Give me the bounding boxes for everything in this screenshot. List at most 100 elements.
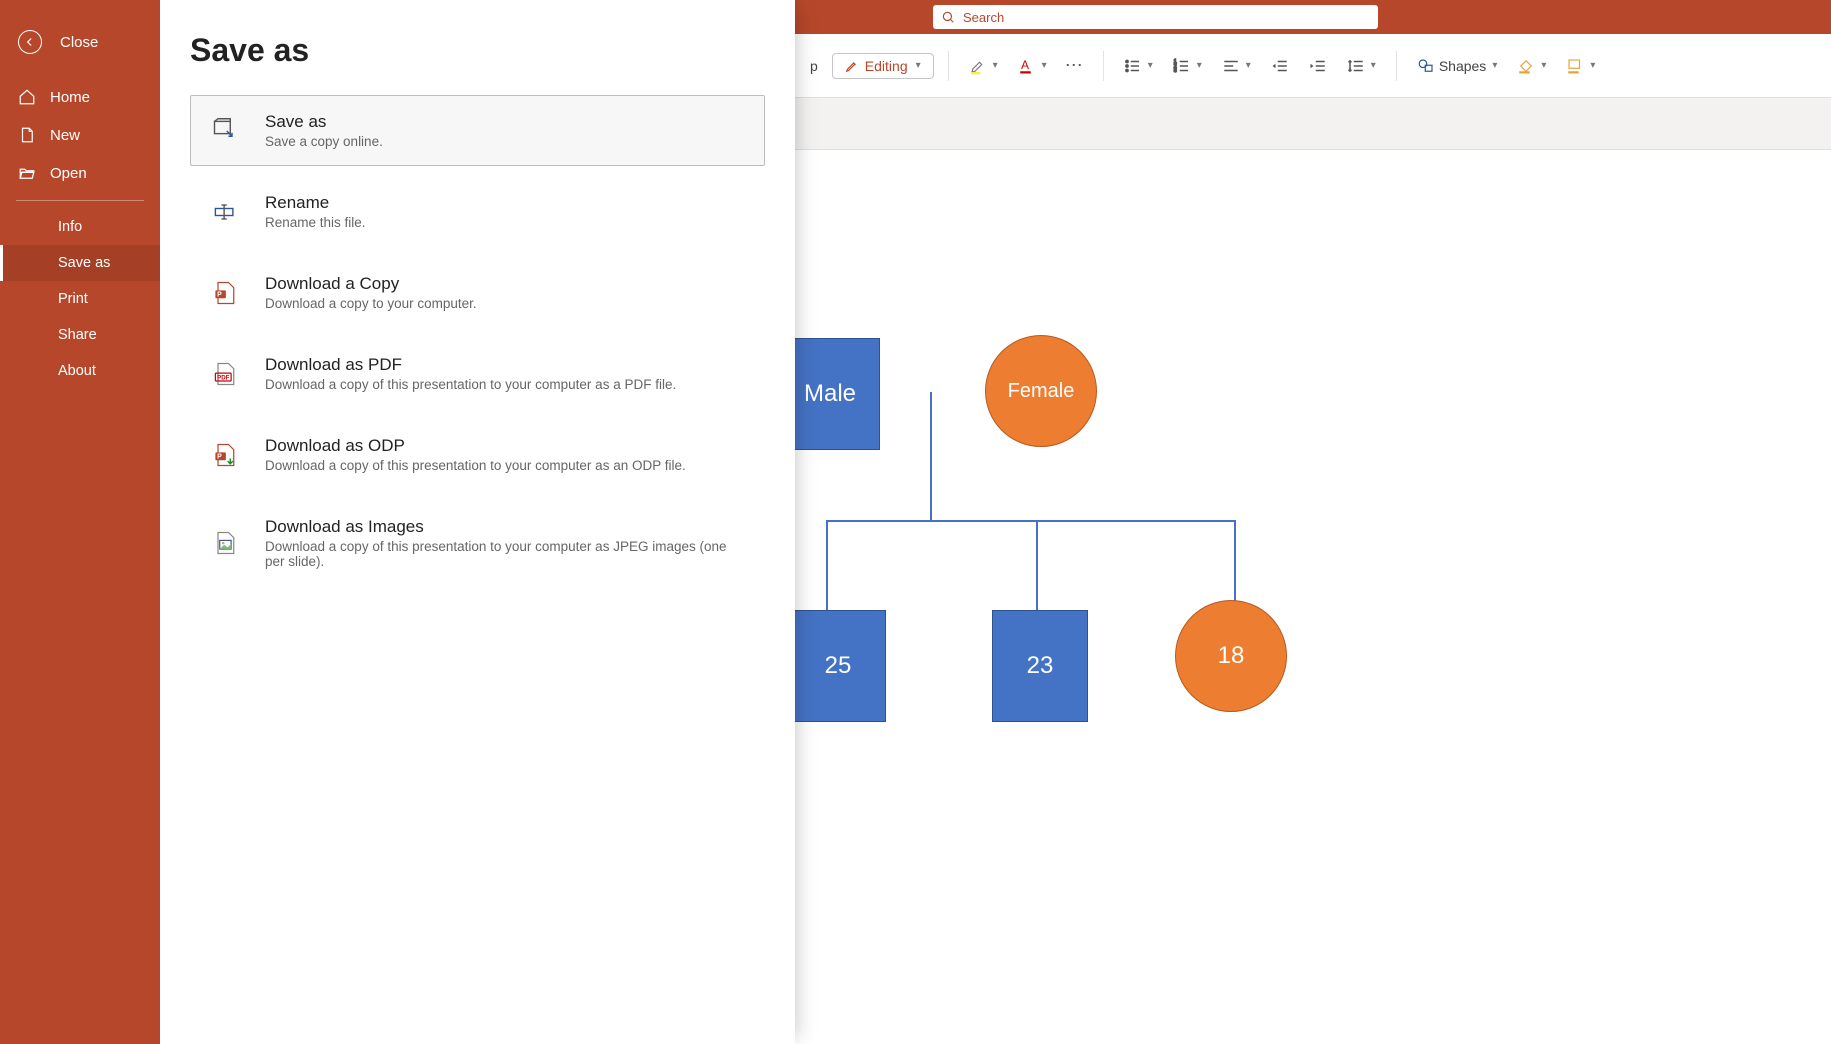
close-label: Close [60, 34, 98, 51]
svg-text:P: P [217, 291, 222, 298]
font-color-icon: A [1018, 57, 1036, 75]
option-desc: Save a copy online. [265, 134, 383, 149]
separator [948, 51, 949, 81]
chevron-down-icon: ▾ [1371, 60, 1376, 71]
node-label: 25 [825, 652, 852, 680]
option-title: Rename [265, 193, 366, 213]
diagram-node-female[interactable]: Female [985, 335, 1097, 447]
option-download-images[interactable]: Download as Images Download a copy of th… [190, 500, 765, 586]
chevron-down-icon: ▾ [1042, 60, 1047, 71]
chevron-down-icon: ▾ [993, 60, 998, 71]
node-label: Female [1008, 380, 1075, 403]
option-download-pdf[interactable]: PDF Download as PDF Download a copy of t… [190, 338, 765, 409]
backstage-panel: Close Home New Open Info Save as Print S… [0, 0, 795, 1044]
search-box[interactable]: Search [933, 5, 1378, 29]
shapes-label: Shapes [1439, 58, 1486, 74]
image-file-icon [209, 527, 241, 559]
odp-file-icon: P [209, 439, 241, 471]
option-desc: Download a copy of this presentation to … [265, 377, 676, 392]
highlight-color-button[interactable]: ▾ [963, 53, 1004, 79]
nav-label: Open [50, 165, 87, 182]
option-save-as[interactable]: Save as Save a copy online. [190, 95, 765, 166]
connector [826, 520, 828, 610]
separator [1396, 51, 1397, 81]
rename-icon [209, 196, 241, 228]
folder-open-icon [18, 164, 36, 182]
pencil-icon [845, 59, 859, 73]
chevron-down-icon: ▾ [1492, 60, 1497, 71]
editing-mode-label: Editing [865, 58, 908, 74]
increase-indent-button[interactable] [1303, 53, 1333, 79]
option-desc: Download a copy of this presentation to … [265, 539, 746, 569]
close-button[interactable]: Close [0, 18, 160, 78]
diagram-node-25[interactable]: 25 [790, 610, 886, 722]
pptx-file-icon: P [209, 277, 241, 309]
paint-bucket-icon [1517, 57, 1535, 75]
nav-share[interactable]: Share [0, 317, 160, 353]
chevron-down-icon: ▾ [1246, 60, 1251, 71]
nav-label: Home [50, 89, 90, 106]
numbered-list-button[interactable]: 123 ▾ [1167, 53, 1208, 79]
shape-fill-button[interactable]: ▾ [1511, 53, 1552, 79]
nav-about[interactable]: About [0, 353, 160, 389]
indent-icon [1309, 57, 1327, 75]
line-spacing-icon [1347, 57, 1365, 75]
option-title: Download as PDF [265, 355, 676, 375]
backstage-content: Save as Save as Save a copy online. Rena… [160, 0, 795, 1044]
diagram-node-18[interactable]: 18 [1175, 600, 1287, 712]
outline-icon [1566, 57, 1584, 75]
bullets-icon [1124, 57, 1142, 75]
font-color-button[interactable]: A ▾ [1012, 53, 1053, 79]
option-rename[interactable]: Rename Rename this file. [190, 176, 765, 247]
diagram-node-male[interactable]: Male [780, 338, 880, 450]
svg-text:A: A [1021, 58, 1029, 72]
option-title: Download as ODP [265, 436, 686, 456]
option-title: Save as [265, 112, 383, 132]
shapes-button[interactable]: Shapes ▾ [1411, 53, 1504, 79]
bulleted-list-button[interactable]: ▾ [1118, 53, 1159, 79]
chevron-down-icon: ▾ [1197, 60, 1202, 71]
save-as-icon [209, 115, 241, 147]
numbering-icon: 123 [1173, 57, 1191, 75]
pdf-file-icon: PDF [209, 358, 241, 390]
line-spacing-button[interactable]: ▾ [1341, 53, 1382, 79]
chevron-down-icon: ▾ [1148, 60, 1153, 71]
editing-mode-dropdown[interactable]: Editing ▾ [832, 53, 934, 79]
chevron-down-icon: ▾ [916, 60, 921, 71]
option-title: Download as Images [265, 517, 746, 537]
connector [930, 392, 932, 522]
search-icon [941, 10, 955, 24]
connector [826, 520, 1236, 522]
chevron-down-icon: ▾ [1541, 60, 1546, 71]
page-title: Save as [190, 32, 765, 69]
nav-saveas[interactable]: Save as [0, 245, 160, 281]
svg-text:P: P [217, 453, 222, 460]
nav-info[interactable]: Info [0, 209, 160, 245]
more-options-button[interactable]: ⋯ [1061, 55, 1089, 76]
backstage-nav: Close Home New Open Info Save as Print S… [0, 0, 160, 1044]
align-left-icon [1222, 57, 1240, 75]
svg-text:PDF: PDF [217, 374, 229, 381]
decrease-indent-button[interactable] [1265, 53, 1295, 79]
option-download-copy[interactable]: P Download a Copy Download a copy to you… [190, 257, 765, 328]
node-label: 23 [1027, 652, 1054, 680]
diagram-node-23[interactable]: 23 [992, 610, 1088, 722]
search-placeholder: Search [963, 10, 1004, 25]
align-button[interactable]: ▾ [1216, 53, 1257, 79]
node-label: 18 [1218, 642, 1245, 670]
nav-home[interactable]: Home [0, 78, 160, 116]
ribbon-tab-partial[interactable]: p [804, 54, 824, 78]
shapes-icon [1417, 57, 1435, 75]
home-icon [18, 88, 36, 106]
shape-outline-button[interactable]: ▾ [1560, 53, 1601, 79]
highlighter-icon [969, 57, 987, 75]
file-icon [18, 126, 36, 144]
chevron-down-icon: ▾ [1590, 60, 1595, 71]
node-label: Male [804, 380, 856, 408]
nav-new[interactable]: New [0, 116, 160, 154]
option-download-odp[interactable]: P Download as ODP Download a copy of thi… [190, 419, 765, 490]
nav-open[interactable]: Open [0, 154, 160, 192]
nav-print[interactable]: Print [0, 281, 160, 317]
option-desc: Download a copy of this presentation to … [265, 458, 686, 473]
connector [1036, 520, 1038, 610]
